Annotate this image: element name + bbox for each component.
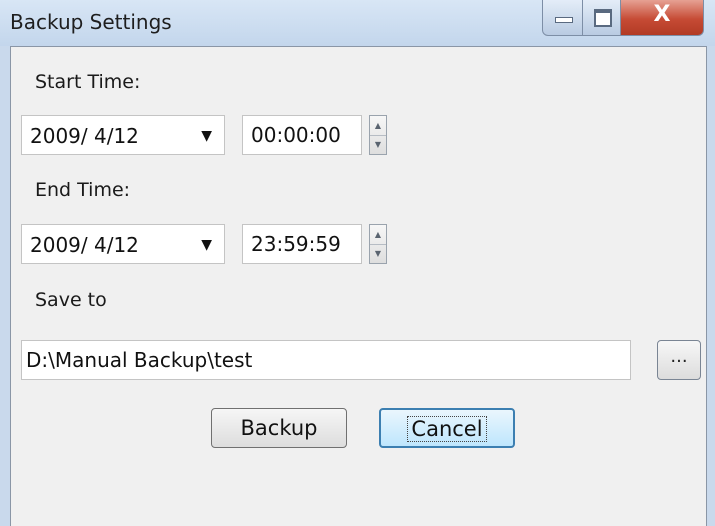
end-time-label: End Time: bbox=[35, 179, 131, 201]
minimize-button[interactable] bbox=[542, 0, 584, 36]
start-date-value: 2009/ 4/12 bbox=[30, 124, 139, 148]
start-date-picker[interactable]: 2009/ 4/12 ▼ bbox=[21, 115, 225, 155]
title-bar[interactable]: Backup Settings X bbox=[0, 0, 715, 46]
close-icon: X bbox=[653, 2, 671, 27]
backup-button-label: Backup bbox=[240, 416, 318, 440]
backup-button[interactable]: Backup bbox=[211, 408, 347, 448]
start-time-spinner[interactable]: ▲ ▼ bbox=[369, 115, 387, 155]
down-arrow-icon[interactable]: ▼ bbox=[370, 135, 386, 154]
start-time-value: 00:00:00 bbox=[251, 123, 341, 147]
end-date-value: 2009/ 4/12 bbox=[30, 233, 139, 257]
cancel-button-label: Cancel bbox=[407, 416, 487, 442]
cancel-button[interactable]: Cancel bbox=[379, 408, 515, 448]
up-arrow-icon[interactable]: ▲ bbox=[370, 116, 386, 136]
save-to-label: Save to bbox=[35, 289, 107, 311]
window-title: Backup Settings bbox=[10, 10, 172, 34]
end-time-spinner[interactable]: ▲ ▼ bbox=[369, 224, 387, 264]
caption-buttons: X bbox=[542, 0, 710, 38]
start-time-field[interactable]: 00:00:00 bbox=[242, 115, 362, 155]
chevron-down-icon[interactable]: ▼ bbox=[201, 128, 212, 144]
start-time-label: Start Time: bbox=[35, 71, 141, 93]
dialog-body: Start Time: 2009/ 4/12 ▼ 00:00:00 ▲ ▼ En… bbox=[10, 46, 707, 526]
end-date-picker[interactable]: 2009/ 4/12 ▼ bbox=[21, 224, 225, 264]
end-time-field[interactable]: 23:59:59 bbox=[242, 224, 362, 264]
backup-settings-window: Backup Settings X Start Time: 2009/ 4/12… bbox=[0, 0, 715, 526]
save-path-value: D:\Manual Backup\test bbox=[26, 348, 253, 372]
end-time-value: 23:59:59 bbox=[251, 232, 341, 256]
minimize-icon bbox=[555, 17, 573, 23]
save-path-field[interactable]: D:\Manual Backup\test bbox=[21, 340, 631, 380]
maximize-button[interactable] bbox=[582, 0, 622, 36]
chevron-down-icon[interactable]: ▼ bbox=[201, 237, 212, 253]
maximize-icon bbox=[594, 9, 612, 27]
browse-button[interactable]: ... bbox=[657, 340, 701, 380]
close-button[interactable]: X bbox=[620, 0, 704, 36]
down-arrow-icon[interactable]: ▼ bbox=[370, 244, 386, 263]
up-arrow-icon[interactable]: ▲ bbox=[370, 225, 386, 245]
